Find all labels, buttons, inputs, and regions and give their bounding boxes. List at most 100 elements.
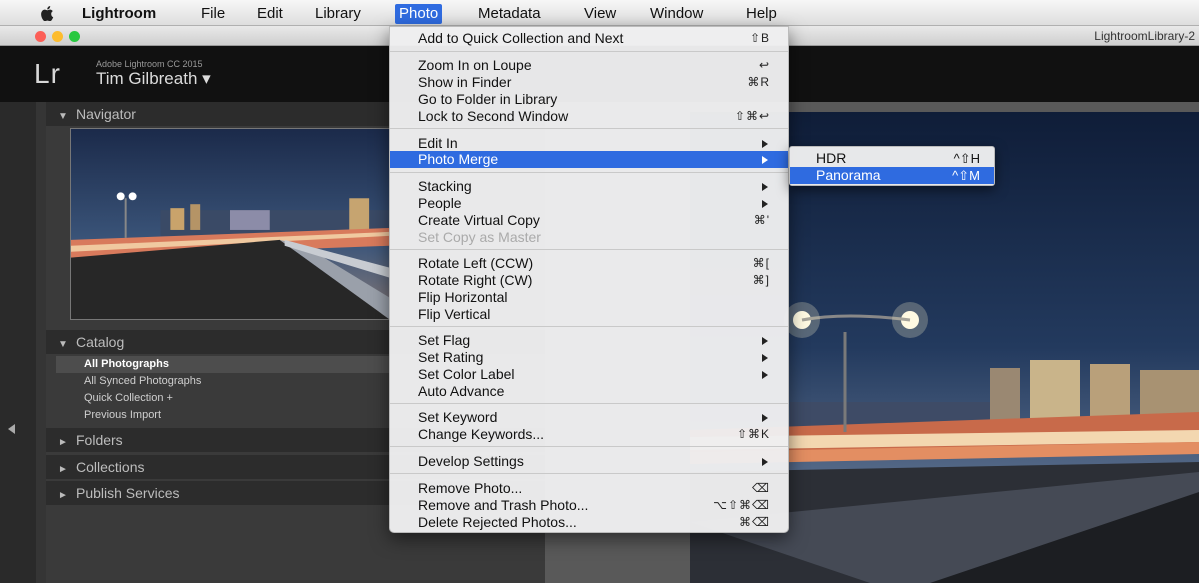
shortcut-label: ⇧⌘K [736,427,770,441]
menu-separator [390,249,788,250]
minimize-window-button[interactable] [52,31,63,42]
menu-item-people[interactable]: People [390,195,788,212]
menu-item-go-to-folder[interactable]: Go to Folder in Library [390,91,788,108]
menu-separator [390,172,788,173]
menu-item-lock-to-second-window[interactable]: Lock to Second Window ⇧⌘↩ [390,108,788,125]
menu-item-flip-vertical[interactable]: Flip Vertical [390,306,788,323]
menu-item-flip-horizontal[interactable]: Flip Horizontal [390,289,788,306]
menu-item-stacking[interactable]: Stacking [390,178,788,195]
menu-view[interactable]: View [580,4,620,24]
menu-library[interactable]: Library [311,4,365,24]
menu-item-rotate-right[interactable]: Rotate Right (CW) ⌘] [390,272,788,289]
menu-edit[interactable]: Edit [253,4,287,24]
menu-item-label: Set Copy as Master [418,229,541,245]
submenu-arrow-icon [762,140,768,148]
menu-item-label: Show in Finder [418,74,512,90]
menu-item-show-in-finder[interactable]: Show in Finder ⌘R [390,74,788,91]
shortcut-label: ^⇧H [953,151,980,166]
lr-logo: Lr [34,58,61,89]
menubar: Lightroom File Edit Library Photo Metada… [0,0,1199,26]
navigator-label: Navigator [76,106,136,122]
submenu-arrow-icon [762,337,768,345]
menu-lightroom[interactable]: Lightroom [78,4,160,24]
menu-item-set-copy-as-master: Set Copy as Master [390,229,788,246]
menu-item-label: Remove and Trash Photo... [418,497,589,513]
menu-item-label: Set Color Label [418,366,515,382]
navigator-thumbnail[interactable] [70,128,390,320]
menu-item-create-virtual-copy[interactable]: Create Virtual Copy ⌘' [390,212,788,229]
menu-item-label: Flip Vertical [418,306,491,322]
submenu-item-panorama[interactable]: Panorama ^⇧M [790,167,994,184]
menu-item-label: Go to Folder in Library [418,91,558,107]
menu-item-zoom-in-on-loupe[interactable]: Zoom In on Loupe ↩ [390,57,788,74]
apple-icon[interactable] [40,6,54,21]
submenu-arrow-icon [762,371,768,379]
shortcut-label: ⇧⌘↩ [734,109,770,123]
menu-window[interactable]: Window [646,4,707,24]
shortcut-label: ⌘[ [752,256,770,270]
menu-file[interactable]: File [197,4,229,24]
publish-services-label: Publish Services [76,485,180,501]
menu-item-delete-rejected[interactable]: Delete Rejected Photos... ⌘⌫ [390,514,788,531]
shortcut-label: ^⇧M [952,168,980,183]
user-name[interactable]: Tim Gilbreath ▾ [96,69,211,89]
menu-item-label: Rotate Left (CCW) [418,255,534,271]
product-name: Adobe Lightroom CC 2015 [96,59,203,69]
menu-item-label: Stacking [418,178,472,194]
shortcut-label: ⇧B [749,31,770,45]
menu-item-auto-advance[interactable]: Auto Advance [390,383,788,400]
menu-item-edit-in[interactable]: Edit In [390,135,788,152]
collapsed-triangle-icon: ► [58,490,68,501]
shortcut-label: ⌫ [752,481,770,495]
submenu-arrow-icon [762,156,768,164]
menu-item-remove-and-trash[interactable]: Remove and Trash Photo... ⌥⇧⌘⌫ [390,497,788,514]
submenu-arrow-icon [762,183,768,191]
menu-item-change-keywords[interactable]: Change Keywords... ⇧⌘K [390,426,788,443]
menu-item-label: Auto Advance [418,383,505,399]
submenu-item-hdr[interactable]: HDR ^⇧H [790,150,994,167]
menu-item-set-rating[interactable]: Set Rating [390,349,788,366]
expand-triangle-icon: ▼ [58,339,68,350]
collections-label: Collections [76,459,145,475]
left-panel-edge [0,102,36,583]
menu-item-label: Edit In [418,135,458,151]
collapsed-triangle-icon: ► [58,437,68,448]
submenu-arrow-icon [762,354,768,362]
menu-photo[interactable]: Photo [395,4,443,24]
menu-item-label: Set Rating [418,349,484,365]
menu-separator [390,446,788,447]
menu-item-label: Lock to Second Window [418,108,569,124]
submenu-item-label: HDR [816,150,847,166]
menu-help[interactable]: Help [742,4,781,24]
collapse-left-arrow-icon[interactable] [8,424,15,434]
submenu-arrow-icon [762,458,768,466]
submenu-item-label: Panorama [816,167,881,183]
menu-item-label: Remove Photo... [418,480,523,496]
menu-separator [390,473,788,474]
catalog-label: Catalog [76,334,125,350]
menu-item-label: Change Keywords... [418,426,545,442]
menu-item-rotate-left[interactable]: Rotate Left (CCW) ⌘[ [390,255,788,272]
shortcut-label: ⌘⌫ [739,515,770,529]
menu-separator [390,51,788,52]
folders-label: Folders [76,432,123,448]
shortcut-label: ⌘R [747,75,770,89]
zoom-window-button[interactable] [69,31,80,42]
menu-metadata[interactable]: Metadata [474,4,545,24]
menu-item-set-flag[interactable]: Set Flag [390,332,788,349]
menu-separator [390,326,788,327]
menu-item-label: People [418,195,462,211]
menu-item-photo-merge[interactable]: Photo Merge [390,151,788,168]
expand-triangle-icon: ▼ [58,111,68,122]
menu-item-set-keyword[interactable]: Set Keyword [390,409,788,426]
menu-item-set-color-label[interactable]: Set Color Label [390,366,788,383]
menu-item-label: Set Keyword [418,409,498,425]
photo-merge-submenu: HDR ^⇧H Panorama ^⇧M [789,146,995,186]
menu-item-add-to-quick-collection-next[interactable]: Add to Quick Collection and Next ⇧B [390,30,788,47]
collapsed-triangle-icon: ► [58,464,68,475]
submenu-arrow-icon [762,200,768,208]
menu-item-develop-settings[interactable]: Develop Settings [390,453,788,470]
menu-item-remove-photo[interactable]: Remove Photo... ⌫ [390,480,788,497]
shortcut-label: ⌥⇧⌘⌫ [713,498,770,512]
close-window-button[interactable] [35,31,46,42]
